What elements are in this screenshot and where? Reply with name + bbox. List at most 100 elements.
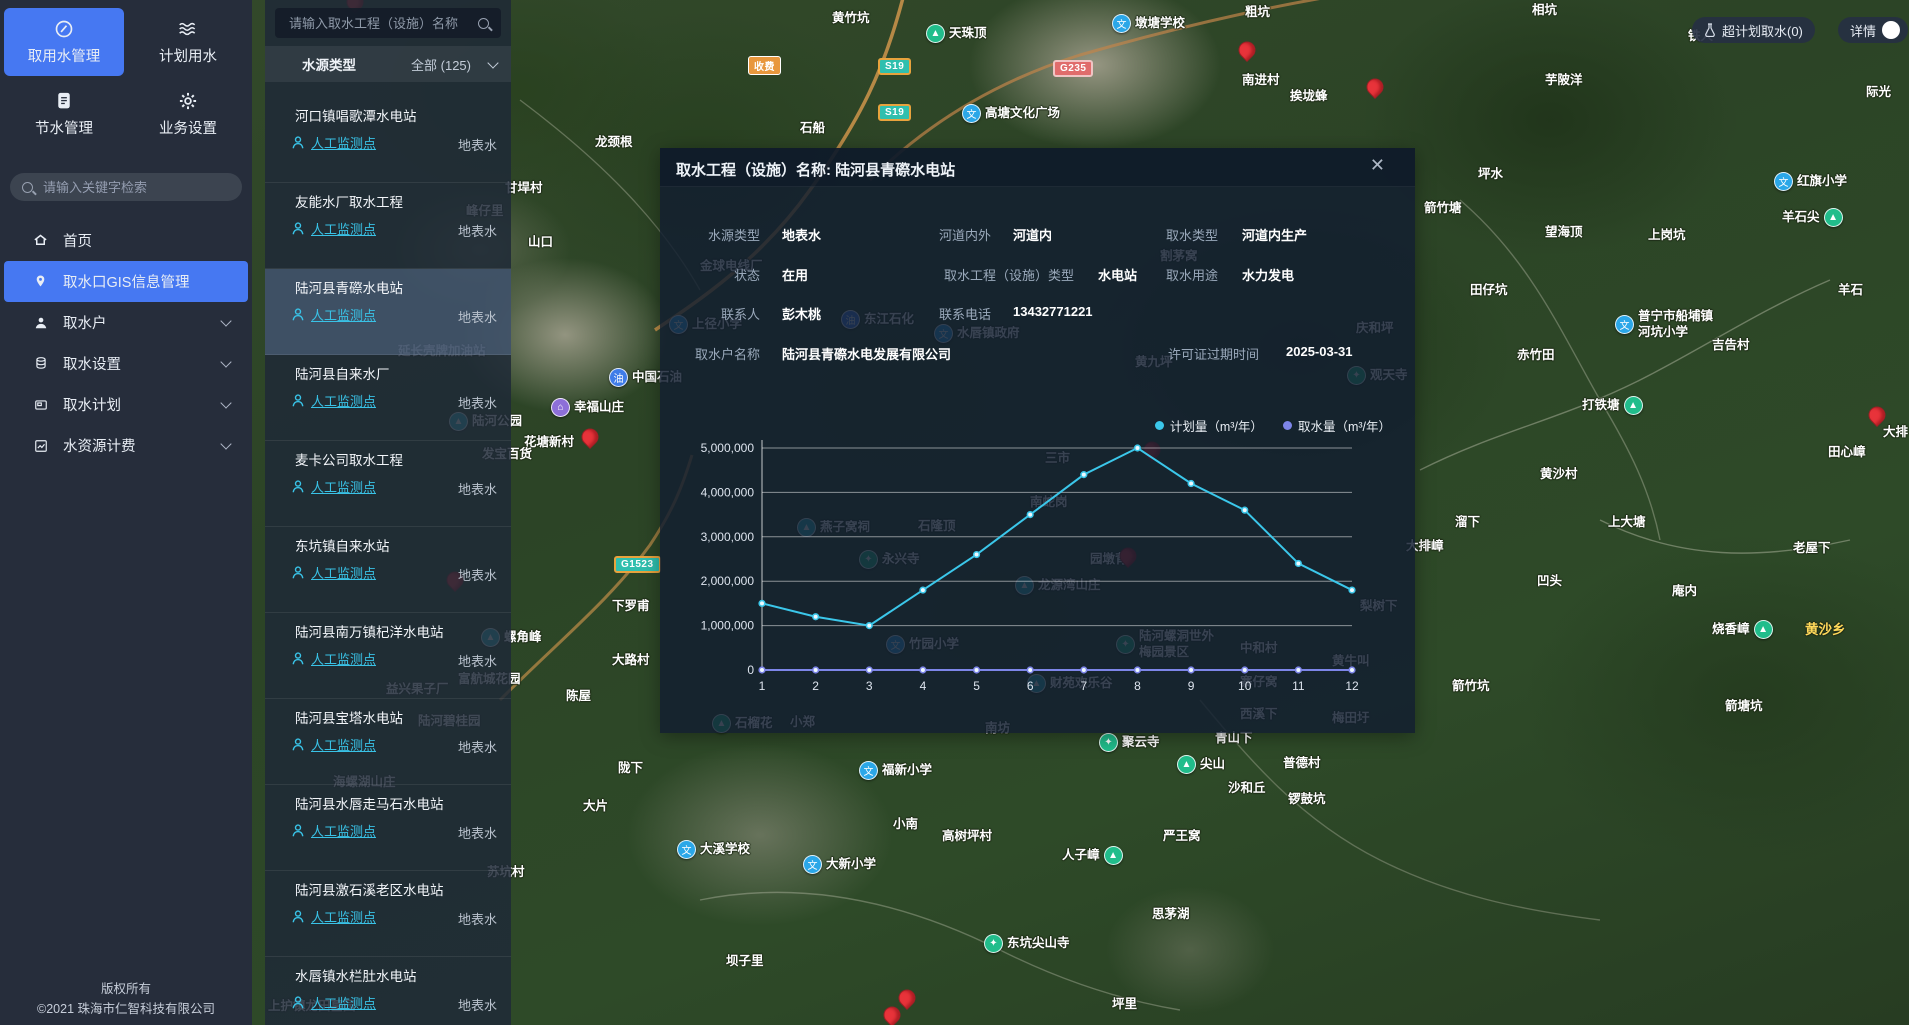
sidebar-item-1[interactable]: 取水口GIS信息管理 [4, 261, 248, 302]
sidebar-item-2[interactable]: 取水户 [4, 302, 248, 343]
field-license-expiry-value: 2025-03-31 [1286, 344, 1353, 359]
search-icon [478, 18, 489, 29]
svg-text:2: 2 [812, 679, 819, 693]
monitor-type: 人工监测点 [311, 219, 376, 238]
monitor-type: 人工监测点 [311, 305, 376, 324]
sidebar-item-0[interactable]: 首页 [4, 220, 248, 261]
station-list-item[interactable]: 河口镇唱歌潭水电站 人工监测点 地表水 [265, 97, 511, 183]
gauge-icon [54, 18, 74, 40]
legend-item-actual[interactable]: 取水量（m³/年） [1283, 416, 1391, 435]
person-icon [292, 222, 304, 235]
monitor-type: 人工监测点 [311, 649, 376, 668]
sidebar: 取用水管理 计划用水 节水管理 业务设置 首页 取水口GIS信息管理 取水户 取… [0, 0, 252, 1025]
station-list-item[interactable]: 陆河县激石溪老区水电站 人工监测点 地表水 [265, 871, 511, 957]
field-usage-label: 取水用途 [1122, 265, 1218, 284]
app-tile-1[interactable]: 计划用水 [128, 8, 248, 76]
monitor-type: 人工监测点 [311, 993, 376, 1012]
person-icon [292, 996, 304, 1009]
monitor-type: 人工监测点 [311, 477, 376, 496]
svg-text:12: 12 [1345, 679, 1359, 693]
svg-text:11: 11 [1292, 679, 1305, 693]
svg-text:5: 5 [973, 679, 980, 693]
svg-text:3: 3 [866, 679, 873, 693]
legend-dot-actual [1283, 421, 1292, 430]
app-tile-label: 业务设置 [159, 117, 217, 138]
detail-toggle-pill[interactable]: 详情 [1838, 17, 1908, 43]
station-list-item[interactable]: 东坑镇自来水站 人工监测点 地表水 [265, 527, 511, 613]
app-tiles: 取用水管理 计划用水 节水管理 业务设置 [0, 0, 252, 152]
svg-text:0: 0 [747, 663, 754, 677]
water-source-type: 地表水 [458, 909, 497, 928]
chevron-down-icon [220, 356, 231, 367]
station-list-item[interactable]: 麦卡公司取水工程 人工监测点 地表水 [265, 441, 511, 527]
close-icon[interactable]: ✕ [1370, 156, 1385, 174]
station-list-item[interactable]: 陆河县宝塔水电站 人工监测点 地表水 [265, 699, 511, 785]
over-plan-pill[interactable]: 超计划取水(0) [1692, 17, 1815, 43]
sidebar-search-input[interactable] [41, 179, 230, 196]
station-name: 陆河县南万镇杞洋水电站 [295, 621, 444, 641]
station-list-item[interactable]: 友能水厂取水工程 人工监测点 地表水 [265, 183, 511, 269]
sidebar-item-5[interactable]: 水资源计费 [4, 425, 248, 466]
field-phone-label: 联系电话 [895, 304, 991, 323]
svg-text:1: 1 [759, 679, 766, 693]
sidebar-item-3[interactable]: 取水设置 [4, 343, 248, 384]
alert-flask-icon [1704, 23, 1716, 37]
field-source-type-value: 地表水 [782, 225, 821, 244]
water-source-type: 地表水 [458, 651, 497, 670]
person-icon [292, 566, 304, 579]
person-icon [292, 394, 304, 407]
person-icon [292, 136, 304, 149]
station-name: 陆河县宝塔水电站 [295, 707, 403, 727]
person-icon [292, 308, 304, 321]
station-list: 河口镇唱歌潭水电站 人工监测点 地表水 友能水厂取水工程 人工监测点 地表水 陆… [265, 97, 511, 1025]
legend-item-plan[interactable]: 计划量（m³/年） [1155, 416, 1263, 435]
sidebar-item-label: 取水户 [63, 312, 107, 333]
svg-text:5,000,000: 5,000,000 [701, 441, 755, 455]
water-source-type: 地表水 [458, 565, 497, 584]
station-list-item[interactable]: 陆河县青磜水电站 人工监测点 地表水 [265, 269, 511, 355]
app-tile-0[interactable]: 取用水管理 [4, 8, 124, 76]
chevron-down-icon [220, 438, 231, 449]
station-search-input[interactable] [287, 15, 470, 32]
filter-value[interactable]: 全部 (125) [411, 55, 471, 74]
station-list-item[interactable]: 陆河县南万镇杞洋水电站 人工监测点 地表水 [265, 613, 511, 699]
copyright-line1: 版权所有 [0, 979, 252, 999]
station-search[interactable] [275, 8, 501, 38]
card-icon [32, 398, 49, 412]
svg-text:4,000,000: 4,000,000 [701, 485, 755, 499]
field-owner-label: 取水户名称 [665, 344, 760, 363]
pin-icon [32, 274, 49, 289]
svg-text:10: 10 [1238, 679, 1252, 693]
field-phone-value: 13432771221 [1013, 304, 1093, 319]
app-root: 黄竹坑▲天珠顶文墩塘学校粗坑南进村挨垅蜂相坑芋陂洋际光铁人石船龙颈根文高塘文化广… [0, 0, 1909, 1025]
chevron-down-icon [487, 57, 498, 68]
sidebar-item-4[interactable]: 取水计划 [4, 384, 248, 425]
document-icon [55, 90, 73, 112]
water-source-type: 地表水 [458, 737, 497, 756]
station-list-item[interactable]: 水唇镇水栏肚水电站 人工监测点 地表水 [265, 957, 511, 1025]
chevron-down-icon [220, 315, 231, 326]
water-source-type: 地表水 [458, 995, 497, 1014]
toggle-knob[interactable] [1882, 21, 1900, 39]
field-status-label: 状态 [665, 265, 760, 284]
sidebar-item-label: 水资源计费 [63, 435, 136, 456]
database-icon [32, 356, 49, 371]
search-icon [22, 182, 33, 193]
station-list-item[interactable]: 陆河县水唇走马石水电站 人工监测点 地表水 [265, 785, 511, 871]
field-facility-type-label: 取水工程（设施）类型 [924, 265, 1074, 284]
app-tile-2[interactable]: 节水管理 [4, 80, 124, 148]
monitor-type: 人工监测点 [311, 735, 376, 754]
copyright-line2: ©2021 珠海市仁智科技有限公司 [0, 999, 252, 1019]
sidebar-search[interactable] [10, 173, 242, 201]
modal-title: 取水工程（设施）名称: 陆河县青磜水电站 [676, 159, 955, 180]
app-tile-label: 节水管理 [35, 117, 93, 138]
legend-label-actual: 取水量（m³/年） [1298, 416, 1391, 435]
app-tile-3[interactable]: 业务设置 [128, 80, 248, 148]
source-type-filter[interactable]: 水源类型 全部 (125) [265, 46, 511, 82]
monitor-type: 人工监测点 [311, 821, 376, 840]
sidebar-item-label: 取水计划 [63, 394, 121, 415]
station-list-item[interactable]: 陆河县自来水厂 人工监测点 地表水 [265, 355, 511, 441]
svg-text:6: 6 [1027, 679, 1034, 693]
sidebar-item-label: 首页 [63, 230, 92, 251]
person-icon [292, 738, 304, 751]
